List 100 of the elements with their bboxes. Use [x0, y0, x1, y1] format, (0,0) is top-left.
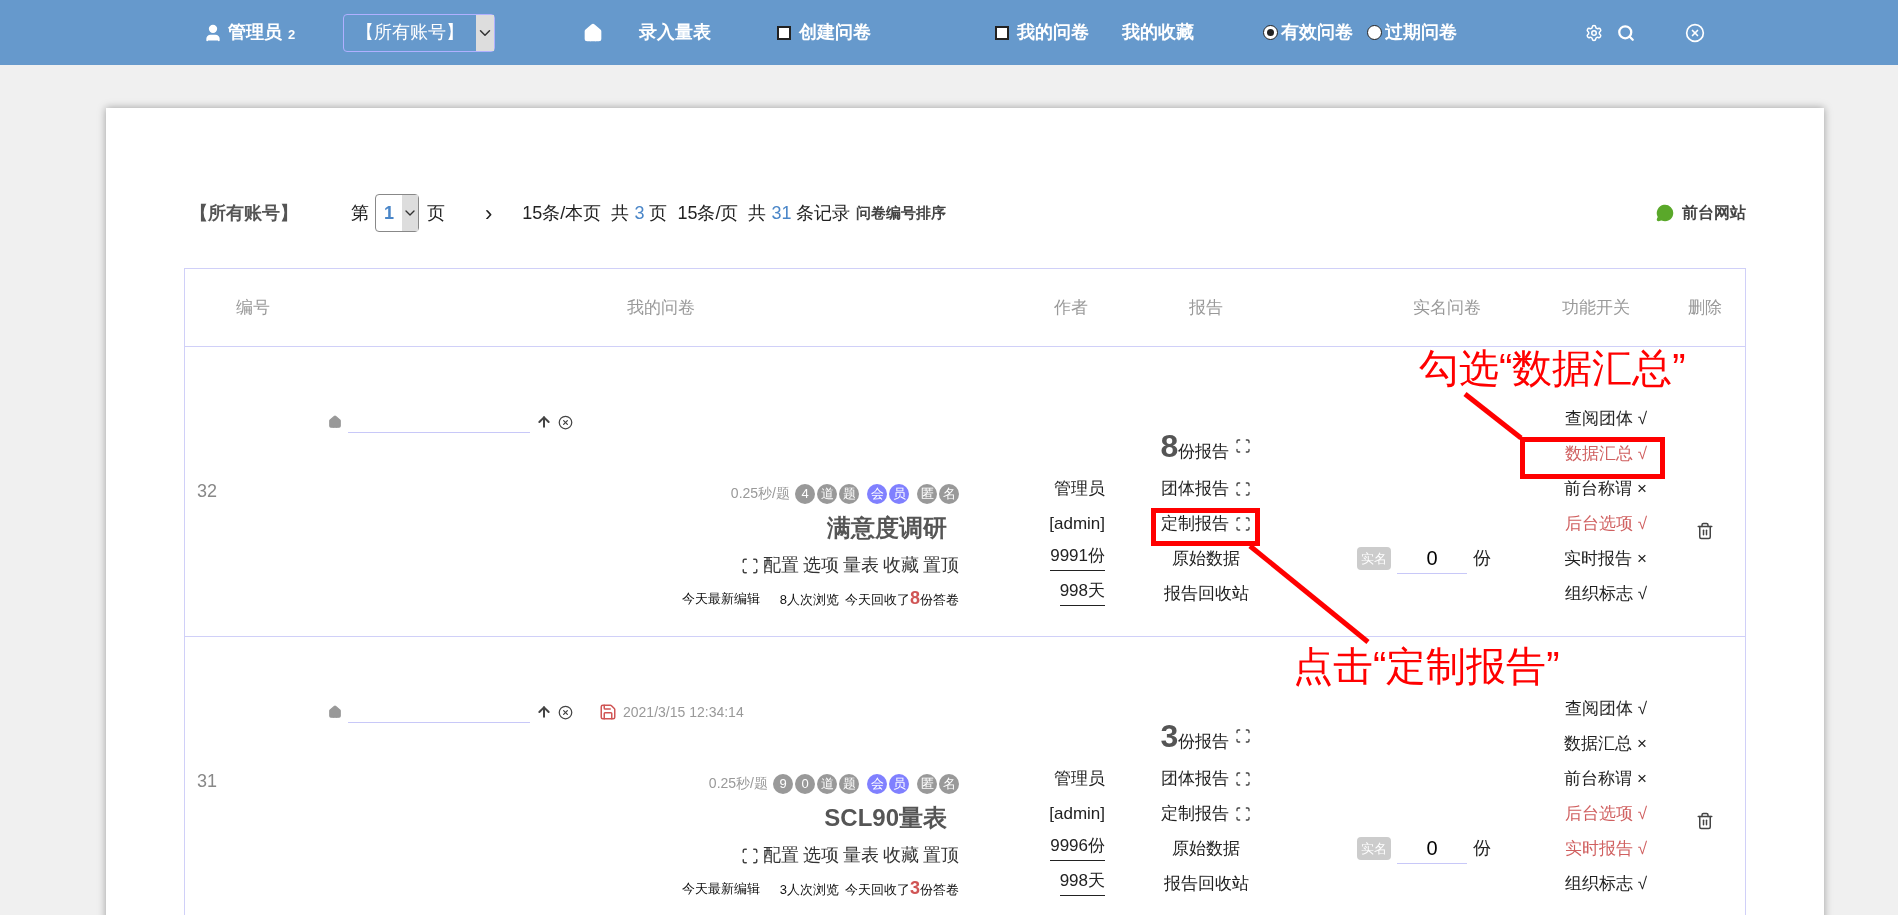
- page-select[interactable]: 1: [375, 194, 419, 232]
- scan-icon[interactable]: [1235, 805, 1251, 822]
- annotation-text: 点击“定制报告”: [1293, 643, 1560, 690]
- dropdown-icon: [476, 14, 495, 51]
- feature-toggle[interactable]: 数据汇总 ×: [1564, 726, 1647, 761]
- feature-toggle[interactable]: 查阅团体 √: [1564, 401, 1647, 436]
- report-link[interactable]: 报告回收站: [1163, 870, 1249, 897]
- tag-badge: 0: [795, 773, 815, 794]
- action-link[interactable]: 置顶: [923, 842, 959, 869]
- realname-count-field[interactable]: 0: [1397, 543, 1467, 574]
- close-icon[interactable]: [1685, 22, 1706, 43]
- action-link[interactable]: 量表: [843, 552, 879, 579]
- report-link[interactable]: 定制报告: [1161, 510, 1229, 537]
- column-header: 实名问卷: [1412, 296, 1482, 319]
- user-icon[interactable]: [203, 22, 223, 43]
- report-link[interactable]: 团体报告: [1161, 765, 1229, 792]
- move-up-icon[interactable]: [536, 704, 552, 720]
- feature-toggle[interactable]: 实时报告 √: [1564, 831, 1647, 866]
- quota-link[interactable]: 9991份: [1050, 541, 1105, 571]
- action-link[interactable]: 置顶: [923, 552, 959, 579]
- scan-icon[interactable]: [1235, 480, 1251, 497]
- action-link[interactable]: 量表: [843, 842, 879, 869]
- tag-badge: 9: [773, 773, 793, 794]
- action-link[interactable]: 收藏: [883, 842, 919, 869]
- report-link[interactable]: 定制报告: [1161, 800, 1229, 827]
- report-link[interactable]: 团体报告: [1161, 475, 1229, 502]
- scan-icon[interactable]: [1235, 728, 1252, 744]
- column-header: 作者: [1053, 296, 1089, 319]
- home-icon[interactable]: [328, 415, 342, 429]
- days-link[interactable]: 998天: [1059, 576, 1105, 606]
- report-count: 8份报告: [1160, 427, 1230, 466]
- tag-badge: 道: [817, 483, 837, 504]
- quota-link[interactable]: 9996份: [1050, 831, 1105, 861]
- tag-badge: 会: [867, 773, 887, 794]
- trash-icon[interactable]: [1695, 522, 1714, 540]
- feature-toggle[interactable]: 查阅团体 √: [1564, 691, 1647, 726]
- action-link[interactable]: 收藏: [883, 552, 919, 579]
- page-suffix: 页: [427, 201, 445, 225]
- search-icon[interactable]: [1617, 23, 1636, 42]
- page-summary: 15条/本页 共 3 页 15条/页 共 31 条记录: [522, 201, 851, 225]
- column-header: 删除: [1686, 296, 1723, 319]
- feature-toggle[interactable]: 数据汇总 √: [1564, 436, 1647, 471]
- tag-badge: 名: [939, 483, 959, 504]
- scan-icon[interactable]: [1235, 770, 1251, 787]
- chat-icon[interactable]: [1656, 204, 1674, 222]
- feature-toggle[interactable]: 后台选项 √: [1564, 796, 1647, 831]
- scan-icon[interactable]: [741, 556, 759, 575]
- pace-text: 0.25秒/题: [730, 484, 790, 503]
- survey-title[interactable]: SCL90量表: [824, 800, 947, 836]
- feature-toggle[interactable]: 组织标志 √: [1564, 866, 1647, 901]
- unit-label: 份: [1473, 837, 1491, 860]
- feature-toggle[interactable]: 实时报告 ×: [1564, 541, 1647, 576]
- feature-toggle[interactable]: 组织标志 √: [1564, 576, 1647, 611]
- report-link[interactable]: 原始数据: [1172, 835, 1240, 862]
- row-number: 31: [197, 770, 218, 793]
- tag-badge: 匿: [917, 483, 937, 504]
- tag-badge: 题: [839, 773, 859, 794]
- days-link[interactable]: 998天: [1059, 866, 1105, 896]
- column-header: 报告: [1188, 296, 1224, 319]
- move-up-icon[interactable]: [536, 414, 552, 430]
- next-page-link[interactable]: ›: [485, 196, 493, 230]
- author-account: [admin]: [1049, 803, 1105, 825]
- column-header: 编号: [235, 296, 271, 319]
- leader-line: [1462, 392, 1524, 440]
- action-link[interactable]: 配置: [763, 842, 799, 869]
- received-count: 今天回收了8份答卷: [845, 587, 959, 610]
- close-circle-icon[interactable]: [558, 704, 573, 720]
- scan-icon[interactable]: [1235, 438, 1252, 454]
- report-link[interactable]: 原始数据: [1172, 545, 1240, 572]
- column-header: 我的问卷: [626, 296, 696, 319]
- tag-badge: 名: [939, 773, 959, 794]
- edit-status: 今天最新编辑: [681, 879, 760, 898]
- action-link[interactable]: 配置: [763, 552, 799, 579]
- tag-badge: 员: [889, 483, 909, 504]
- action-link[interactable]: 选项: [803, 552, 839, 579]
- site-link[interactable]: 前台网站: [1682, 201, 1746, 225]
- home-icon[interactable]: [583, 22, 604, 43]
- feature-toggle[interactable]: 前台称谓 ×: [1564, 471, 1647, 506]
- user-count: 2: [288, 25, 296, 44]
- action-link[interactable]: 选项: [803, 842, 839, 869]
- save-time: 2021/3/15 12:34:14: [623, 702, 744, 722]
- view-count: 8人次浏览: [779, 591, 839, 609]
- scan-icon[interactable]: [1235, 515, 1251, 532]
- edit-status: 今天最新编辑: [681, 589, 760, 608]
- trash-icon[interactable]: [1695, 812, 1714, 830]
- close-circle-icon[interactable]: [558, 414, 573, 430]
- report-link[interactable]: 报告回收站: [1163, 580, 1249, 607]
- author-name: 管理员: [1054, 478, 1105, 500]
- scan-icon[interactable]: [741, 846, 759, 865]
- feature-toggle[interactable]: 前台称谓 ×: [1564, 761, 1647, 796]
- settings-icon[interactable]: [1585, 23, 1604, 42]
- column-header: 功能开关: [1561, 296, 1631, 319]
- home-icon[interactable]: [328, 705, 342, 719]
- author-account: [admin]: [1049, 513, 1105, 535]
- realname-count-field[interactable]: 0: [1397, 833, 1467, 864]
- sort-link[interactable]: 问卷编号排序: [856, 201, 947, 225]
- pace-text: 0.25秒/题: [708, 774, 768, 793]
- survey-title[interactable]: 满意度调研: [827, 510, 947, 546]
- feature-toggle[interactable]: 后台选项 √: [1564, 506, 1647, 541]
- report-count: 3份报告: [1160, 717, 1230, 756]
